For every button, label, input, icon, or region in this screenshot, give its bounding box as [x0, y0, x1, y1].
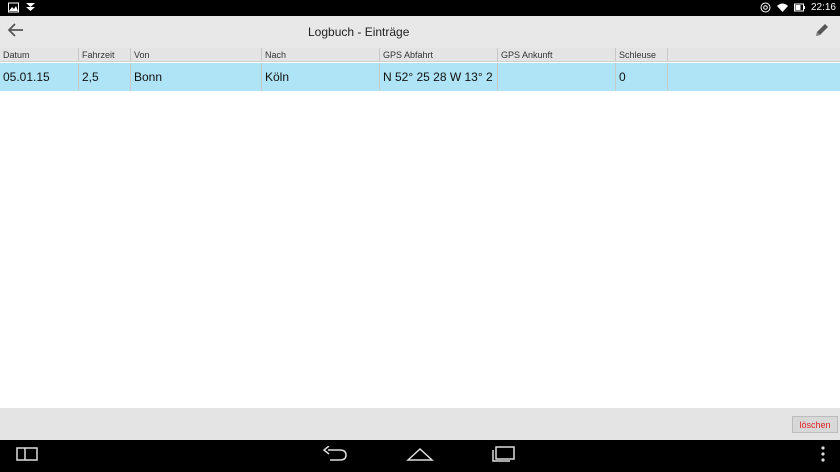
bottom-bar: löschen: [0, 408, 840, 440]
status-bar-left: [8, 2, 36, 13]
menu-icon: [820, 445, 826, 467]
table-header: Datum Fahrzeit Von Nach GPS Abfahrt GPS …: [0, 48, 840, 62]
delete-button[interactable]: löschen: [792, 416, 838, 433]
logbook-table: Datum Fahrzeit Von Nach GPS Abfahrt GPS …: [0, 48, 840, 91]
home-button[interactable]: [405, 446, 435, 466]
column-header-gps-abfahrt: GPS Abfahrt: [380, 48, 498, 61]
overview-button[interactable]: [488, 445, 518, 467]
wifi-icon: [776, 2, 788, 13]
download-icon: [25, 2, 36, 13]
action-bar: Logbuch - Einträge: [0, 16, 840, 48]
battery-icon: [793, 2, 805, 13]
overview-icon: [490, 445, 516, 467]
back-icon: [322, 444, 348, 467]
navigation-bar: [0, 440, 840, 472]
cell-fahrzeit: 2,5: [79, 63, 131, 91]
back-arrow-icon: [7, 21, 25, 44]
column-header-schleuse: Schleuse: [616, 48, 668, 61]
cell-gps-abfahrt: N 52° 25 28 W 13° 2: [380, 63, 498, 91]
cell-datum: 05.01.15: [0, 63, 79, 91]
image-icon: [8, 2, 19, 13]
menu-button[interactable]: [808, 445, 838, 467]
status-bar: 22:16: [0, 0, 840, 16]
cell-nach: Köln: [262, 63, 380, 91]
edit-button[interactable]: [810, 20, 834, 44]
at-icon: [760, 2, 771, 13]
recent-apps-button[interactable]: [12, 446, 42, 466]
back-button[interactable]: [4, 20, 28, 44]
status-time: 22:16: [810, 2, 836, 13]
pencil-icon: [813, 21, 831, 44]
column-header-datum: Datum: [0, 48, 79, 61]
recent-apps-icon: [16, 446, 38, 466]
cell-von: Bonn: [131, 63, 262, 91]
page-title: Logbuch - Einträge: [308, 25, 410, 39]
status-bar-right: 22:16: [760, 2, 836, 13]
cell-gps-ankunft: [498, 63, 616, 91]
column-header-fahrzeit: Fahrzeit: [79, 48, 131, 61]
cell-schleuse: 0: [616, 63, 668, 91]
cell-empty: [668, 63, 840, 91]
column-header-gps-ankunft: GPS Ankunft: [498, 48, 616, 61]
column-header-nach: Nach: [262, 48, 380, 61]
column-header-empty: [668, 48, 840, 61]
nav-back-button[interactable]: [320, 444, 350, 467]
home-icon: [406, 447, 434, 466]
column-header-von: Von: [131, 48, 262, 61]
table-row[interactable]: 05.01.15 2,5 Bonn Köln N 52° 25 28 W 13°…: [0, 63, 840, 91]
